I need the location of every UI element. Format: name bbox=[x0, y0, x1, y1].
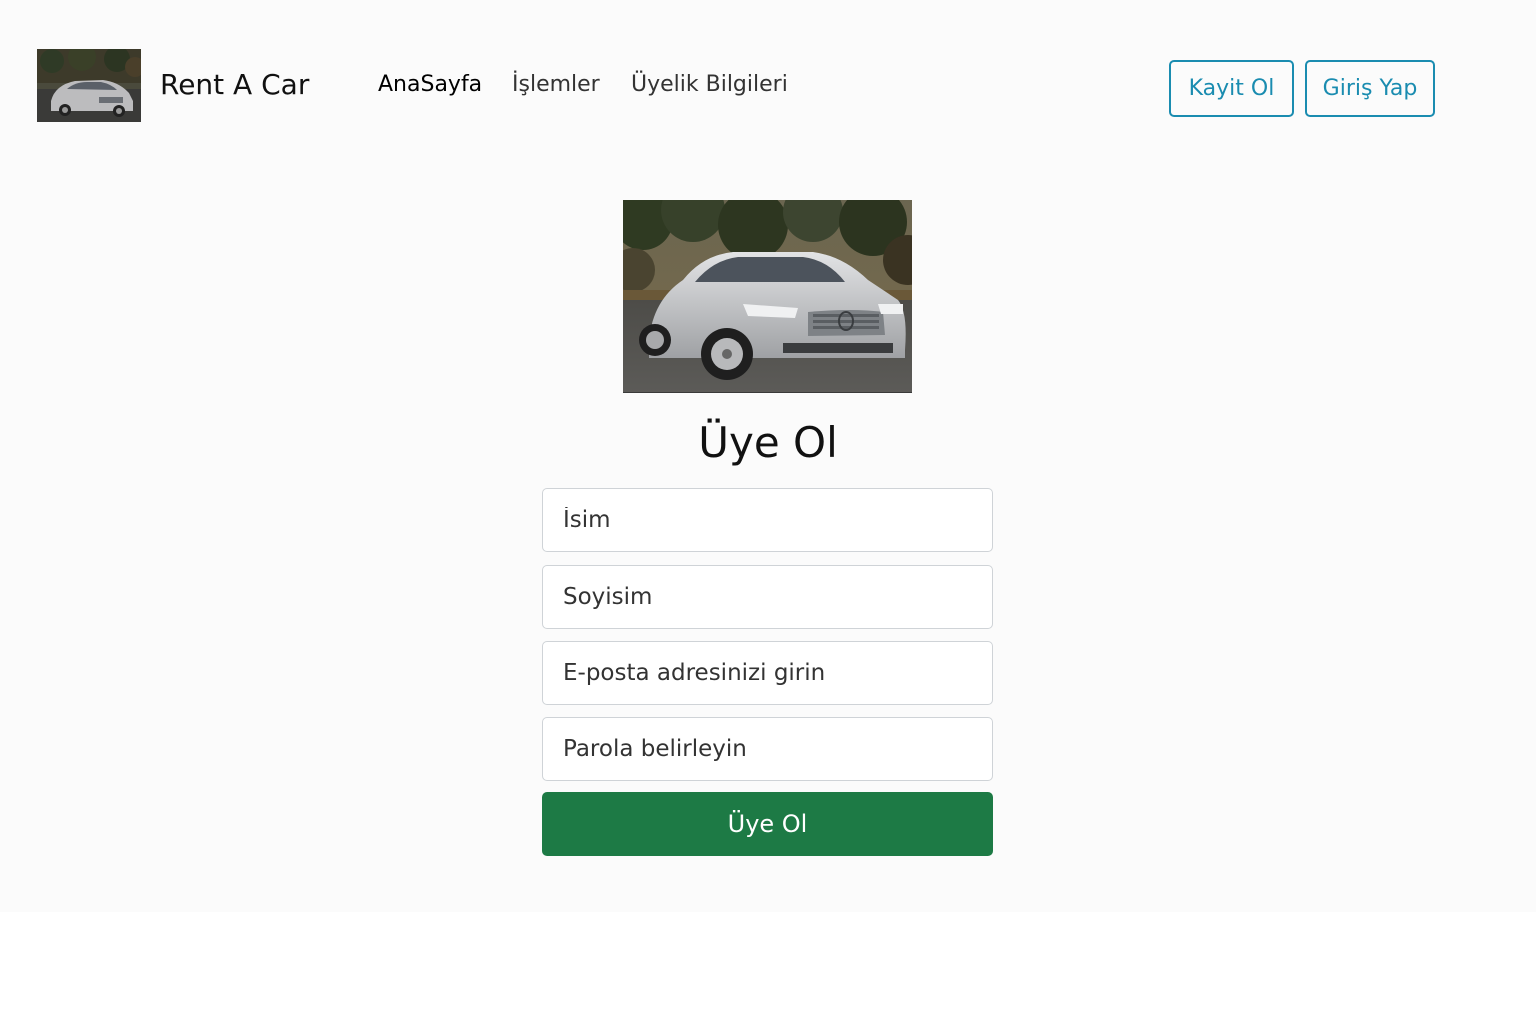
last-name-input[interactable] bbox=[542, 565, 993, 629]
register-button-label: Kayit Ol bbox=[1188, 76, 1275, 101]
nav-link-home[interactable]: AnaSayfa bbox=[378, 70, 482, 100]
nav-link-operations[interactable]: İşlemler bbox=[512, 70, 600, 100]
submit-button[interactable]: Üye Ol bbox=[542, 792, 993, 856]
first-name-input[interactable] bbox=[542, 488, 993, 552]
form-title: Üye Ol bbox=[698, 418, 838, 467]
hero-car-image bbox=[623, 200, 912, 393]
login-button[interactable]: Giriş Yap bbox=[1305, 60, 1435, 117]
password-input[interactable] bbox=[542, 717, 993, 781]
brand-title[interactable]: Rent A Car bbox=[160, 66, 309, 104]
submit-button-label: Üye Ol bbox=[727, 810, 808, 838]
email-input[interactable] bbox=[542, 641, 993, 705]
login-button-label: Giriş Yap bbox=[1322, 76, 1418, 101]
register-button[interactable]: Kayit Ol bbox=[1169, 60, 1294, 117]
brand-car-image[interactable] bbox=[37, 49, 141, 122]
nav-link-membership[interactable]: Üyelik Bilgileri bbox=[631, 70, 788, 100]
page: Rent A Car AnaSayfa İşlemler Üyelik Bilg… bbox=[0, 0, 1536, 912]
